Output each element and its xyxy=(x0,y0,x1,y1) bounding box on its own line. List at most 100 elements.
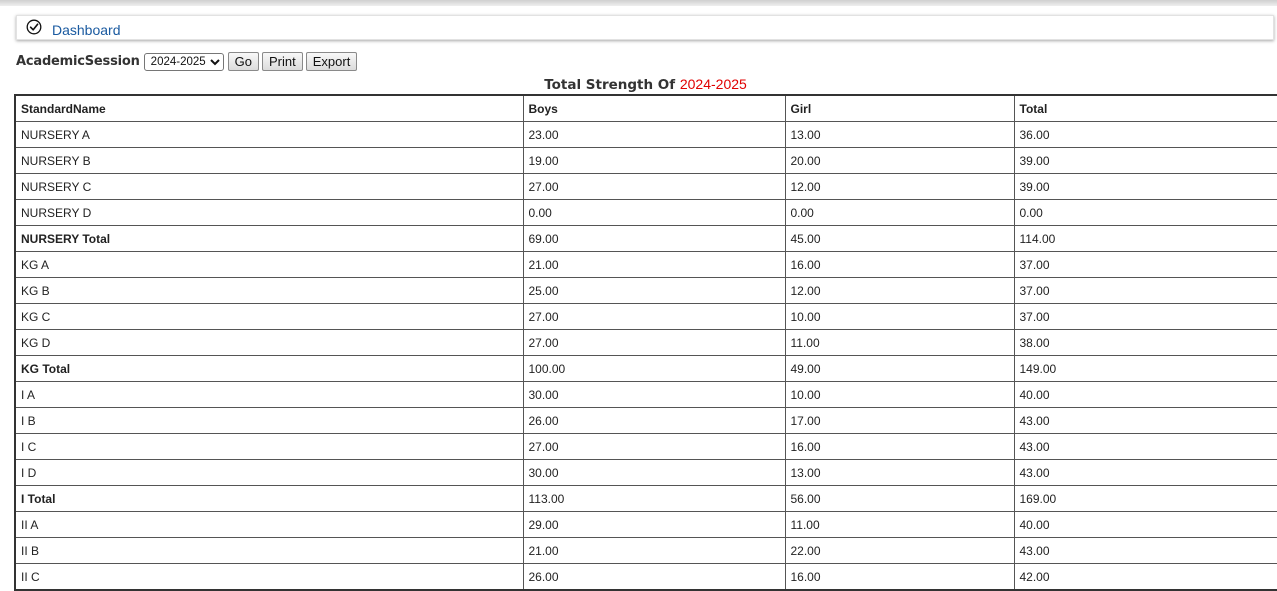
cell-total: 37.00 xyxy=(1013,251,1277,278)
cell-standard-name: KG B xyxy=(14,277,524,304)
cell-standard-name: II A xyxy=(14,511,524,538)
table-row: KG D 27.00 11.00 38.00 xyxy=(14,329,1277,356)
cell-standard-name: NURSERY C xyxy=(14,173,524,200)
cell-girl: 12.00 xyxy=(784,173,1015,200)
column-header-boys: Boys xyxy=(522,94,786,122)
cell-total: 43.00 xyxy=(1013,407,1277,434)
academic-session-label: AcademicSession xyxy=(16,54,140,69)
table-row: NURSERY C 27.00 12.00 39.00 xyxy=(14,173,1277,200)
column-header-standard-name: StandardName xyxy=(14,94,524,122)
cell-standard-name: KG C xyxy=(14,303,524,330)
check-circle-icon xyxy=(26,19,42,35)
cell-boys: 27.00 xyxy=(522,433,786,460)
cell-girl: 17.00 xyxy=(784,407,1015,434)
cell-girl: 13.00 xyxy=(784,121,1015,148)
cell-boys: 0.00 xyxy=(522,199,786,226)
dashboard-link[interactable]: Dashboard xyxy=(52,23,121,37)
cell-standard-name: II B xyxy=(14,537,524,564)
cell-standard-name: NURSERY A xyxy=(14,121,524,148)
cell-total: 169.00 xyxy=(1013,485,1277,512)
table-header-row: StandardName Boys Girl Total xyxy=(14,94,1277,122)
export-button[interactable]: Export xyxy=(305,52,358,71)
print-button[interactable]: Print xyxy=(262,52,303,71)
cell-boys: 25.00 xyxy=(522,277,786,304)
cell-standard-name: II C xyxy=(14,563,524,591)
cell-boys: 27.00 xyxy=(522,173,786,200)
cell-standard-name: NURSERY Total xyxy=(14,225,524,252)
cell-standard-name: KG Total xyxy=(14,355,524,382)
strength-table: StandardName Boys Girl Total NURSERY A 23… xyxy=(14,94,1277,591)
table-row: NURSERY D 0.00 0.00 0.00 xyxy=(14,199,1277,226)
table-row: II B 21.00 22.00 43.00 xyxy=(14,537,1277,564)
cell-total: 43.00 xyxy=(1013,459,1277,486)
table-row-subtotal: I Total 113.00 56.00 169.00 xyxy=(14,485,1277,512)
cell-boys: 21.00 xyxy=(522,537,786,564)
cell-total: 39.00 xyxy=(1013,173,1277,200)
cell-girl: 13.00 xyxy=(784,459,1015,486)
cell-standard-name: NURSERY B xyxy=(14,147,524,174)
cell-boys: 21.00 xyxy=(522,251,786,278)
cell-total: 39.00 xyxy=(1013,147,1277,174)
table-row: KG A 21.00 16.00 37.00 xyxy=(14,251,1277,278)
table-row: I C 27.00 16.00 43.00 xyxy=(14,433,1277,460)
cell-total: 40.00 xyxy=(1013,511,1277,538)
cell-standard-name: I D xyxy=(14,459,524,486)
cell-boys: 27.00 xyxy=(522,329,786,356)
table-row: I D 30.00 13.00 43.00 xyxy=(14,459,1277,486)
go-button[interactable]: Go xyxy=(227,52,260,71)
table-row-subtotal: NURSERY Total 69.00 45.00 114.00 xyxy=(14,225,1277,252)
cell-total: 43.00 xyxy=(1013,537,1277,564)
cell-standard-name: NURSERY D xyxy=(14,199,524,226)
academic-session-select[interactable]: 2024-2025 xyxy=(143,52,224,71)
report-title: Total Strength Of 2024-2025 xyxy=(14,76,1277,93)
cell-total: 42.00 xyxy=(1013,563,1277,591)
table-row: II C 26.00 16.00 42.00 xyxy=(14,563,1277,591)
cell-total: 37.00 xyxy=(1013,303,1277,330)
session-controls: AcademicSession 2024-2025 Go Print Expor… xyxy=(16,52,360,71)
top-shadow-bar xyxy=(0,0,1277,6)
column-header-girl: Girl xyxy=(784,94,1015,122)
cell-total: 114.00 xyxy=(1013,225,1277,252)
cell-total: 40.00 xyxy=(1013,381,1277,408)
cell-girl: 11.00 xyxy=(784,329,1015,356)
cell-girl: 11.00 xyxy=(784,511,1015,538)
cell-standard-name: I Total xyxy=(14,485,524,512)
report-title-prefix: Total Strength Of xyxy=(544,77,676,93)
cell-girl: 0.00 xyxy=(784,199,1015,226)
table-row-subtotal: KG Total 100.00 49.00 149.00 xyxy=(14,355,1277,382)
cell-total: 149.00 xyxy=(1013,355,1277,382)
cell-total: 36.00 xyxy=(1013,121,1277,148)
cell-girl: 16.00 xyxy=(784,251,1015,278)
cell-boys: 27.00 xyxy=(522,303,786,330)
cell-boys: 100.00 xyxy=(522,355,786,382)
table-row: II A 29.00 11.00 40.00 xyxy=(14,511,1277,538)
cell-standard-name: I A xyxy=(14,381,524,408)
cell-girl: 16.00 xyxy=(784,563,1015,591)
cell-girl: 20.00 xyxy=(784,147,1015,174)
cell-girl: 56.00 xyxy=(784,485,1015,512)
table-row: KG B 25.00 12.00 37.00 xyxy=(14,277,1277,304)
cell-boys: 26.00 xyxy=(522,563,786,591)
cell-girl: 45.00 xyxy=(784,225,1015,252)
cell-girl: 22.00 xyxy=(784,537,1015,564)
cell-standard-name: I B xyxy=(14,407,524,434)
table-row: I A 30.00 10.00 40.00 xyxy=(14,381,1277,408)
cell-standard-name: I C xyxy=(14,433,524,460)
cell-standard-name: KG D xyxy=(14,329,524,356)
breadcrumb: Dashboard xyxy=(16,15,1274,40)
cell-total: 37.00 xyxy=(1013,277,1277,304)
cell-boys: 29.00 xyxy=(522,511,786,538)
cell-girl: 16.00 xyxy=(784,433,1015,460)
cell-girl: 49.00 xyxy=(784,355,1015,382)
table-row: NURSERY A 23.00 13.00 36.00 xyxy=(14,121,1277,148)
cell-standard-name: KG A xyxy=(14,251,524,278)
cell-total: 38.00 xyxy=(1013,329,1277,356)
table-row: KG C 27.00 10.00 37.00 xyxy=(14,303,1277,330)
table-row: I B 26.00 17.00 43.00 xyxy=(14,407,1277,434)
cell-boys: 26.00 xyxy=(522,407,786,434)
cell-boys: 30.00 xyxy=(522,381,786,408)
report-title-year: 2024-2025 xyxy=(679,76,747,92)
cell-boys: 23.00 xyxy=(522,121,786,148)
cell-total: 0.00 xyxy=(1013,199,1277,226)
table-row: NURSERY B 19.00 20.00 39.00 xyxy=(14,147,1277,174)
